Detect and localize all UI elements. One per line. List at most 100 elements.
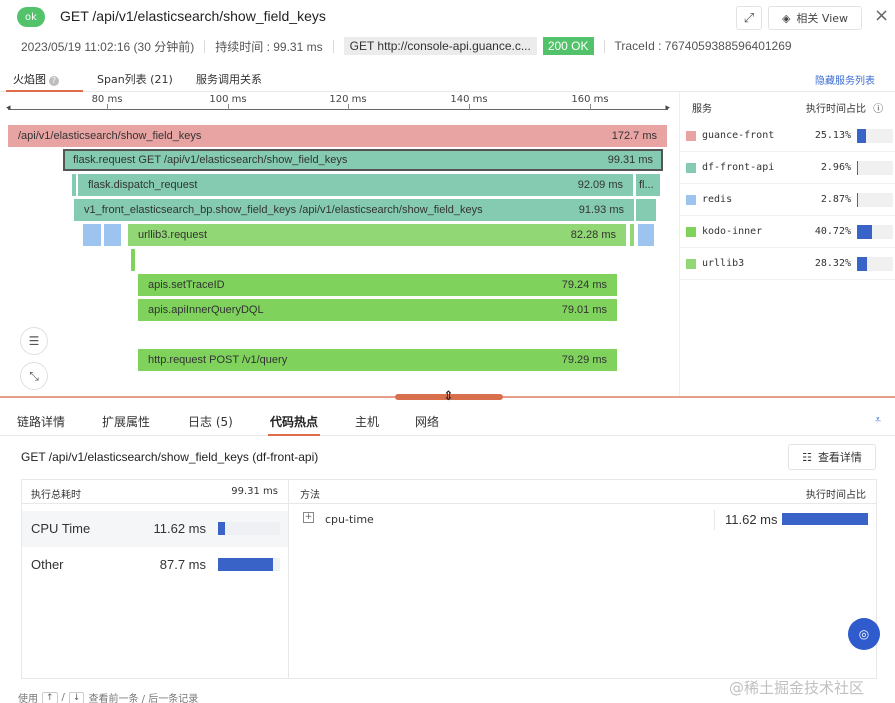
hint-slash: / — [61, 692, 65, 703]
active-tab-indicator — [268, 434, 320, 436]
related-view-button[interactable]: ◈ 相关 View — [768, 6, 862, 30]
tab-span-list[interactable]: Span列表 (21) — [97, 71, 173, 87]
color-swatch — [686, 163, 696, 173]
scan-icon: ◎ — [858, 627, 870, 641]
related-view-label: 相关 View — [796, 12, 849, 25]
close-icon[interactable]: × — [874, 5, 889, 26]
ratio-bar-fill — [857, 257, 868, 271]
cpu-time-row[interactable]: CPU Time 11.62 ms — [22, 511, 288, 547]
resize-cursor-icon: ⇕ — [443, 389, 454, 404]
collapse-panel-icon[interactable]: ⩡ — [875, 413, 881, 427]
tab-trace-details[interactable]: 链路详情 — [17, 413, 65, 430]
span-label: v1_front_elasticsearch_bp.show_field_key… — [84, 204, 483, 216]
shrink-icon: ⤡ — [29, 368, 39, 383]
arrow-left-icon: ◂ — [6, 103, 11, 113]
service-percent: 28.32% — [814, 258, 851, 269]
tab-network[interactable]: 网络 — [415, 413, 439, 430]
trace-datetime: 2023/05/19 11:02:16 (30 分钟前) — [21, 39, 195, 54]
hint-prefix: 使用 — [18, 694, 38, 703]
span-bar[interactable]: /api/v1/elasticsearch/show_field_keys 17… — [8, 125, 667, 147]
method-row[interactable]: + cpu-time 11.62 ms — [289, 506, 876, 532]
method-value: 11.62 ms — [725, 512, 778, 527]
span-bar[interactable] — [104, 224, 121, 246]
service-row[interactable]: urllib3 28.32% — [680, 248, 895, 280]
span-bar[interactable]: flask.dispatch_request 92.09 ms — [78, 174, 633, 196]
service-row[interactable]: guance-front 25.13% — [680, 120, 895, 152]
tab-code-hotspot[interactable]: 代码热点 — [270, 413, 318, 430]
service-name: urllib3 — [702, 258, 745, 269]
service-row[interactable]: df-front-api 2.96% — [680, 152, 895, 184]
screenshot-fab[interactable]: ◎ — [848, 618, 880, 650]
method-header: 方法 — [300, 490, 320, 501]
request-url[interactable]: GET http://console-api.guance.c... — [343, 37, 537, 55]
list-search-icon: ☷ — [802, 450, 812, 464]
span-duration: 82.28 ms — [570, 229, 616, 241]
panel-header: 方法 执行时间占比 — [289, 480, 876, 504]
expand-plus-icon[interactable]: + — [303, 512, 314, 523]
hide-service-list-link[interactable]: 隐藏服务列表 — [815, 72, 875, 87]
key-down: ↓ — [68, 691, 85, 703]
span-label: flask.request GET /api/v1/elasticsearch/… — [73, 154, 348, 166]
span-bar[interactable] — [83, 224, 101, 246]
color-swatch — [686, 227, 696, 237]
tab-flame-graph[interactable]: 火焰图? — [13, 71, 59, 87]
color-swatch — [686, 259, 696, 269]
service-percent: 40.72% — [814, 226, 851, 237]
divider — [204, 39, 206, 53]
tab-extended-attrs[interactable]: 扩展属性 — [102, 413, 150, 430]
trace-title: GET /api/v1/elasticsearch/show_field_key… — [60, 8, 326, 24]
ratio-bar-fill — [218, 522, 226, 535]
info-icon[interactable]: ⓘ — [873, 104, 883, 115]
divider — [603, 39, 605, 53]
tab-service-relation[interactable]: 服务调用关系 — [196, 71, 262, 87]
color-swatch — [686, 131, 696, 141]
span-duration: 79.01 ms — [561, 304, 607, 316]
span-bar[interactable]: flask.request GET /api/v1/elasticsearch/… — [63, 149, 663, 171]
span-bar[interactable] — [636, 199, 656, 221]
span-bar[interactable] — [72, 174, 76, 196]
service-row[interactable]: kodo-inner 40.72% — [680, 216, 895, 248]
ruler-tick-label: 80 ms — [91, 94, 123, 105]
status-code-badge: 200 OK — [542, 37, 594, 55]
list-toggle-button[interactable]: ☰ — [20, 327, 48, 355]
span-bar[interactable]: fl... — [636, 174, 660, 196]
span-bar[interactable]: http.request POST /v1/query 79.29 ms — [138, 349, 617, 371]
service-row[interactable]: redis 2.87% — [680, 184, 895, 216]
row-value: 87.7 ms — [159, 557, 206, 572]
fullscreen-button[interactable]: ⤢ — [736, 6, 762, 30]
arrow-right-icon: ▸ — [665, 103, 670, 113]
layers-icon: ◈ — [781, 11, 791, 25]
total-time-label: 执行总耗时 — [31, 490, 81, 501]
time-ruler: ◂ ▸ 80 ms 100 ms 120 ms 140 ms 160 ms — [6, 94, 670, 114]
method-name: cpu-time — [325, 513, 374, 526]
divider — [332, 39, 334, 53]
service-percent: 2.87% — [820, 194, 851, 205]
span-bar[interactable]: v1_front_elasticsearch_bp.show_field_key… — [74, 199, 634, 221]
span-bar[interactable]: apis.apiInnerQueryDQL 79.01 ms — [138, 299, 617, 321]
collapse-button[interactable]: ⤡ — [20, 362, 48, 390]
span-bar[interactable]: urllib3.request 82.28 ms — [128, 224, 626, 246]
span-bar[interactable] — [638, 224, 654, 246]
ruler-tick-label: 140 ms — [450, 94, 488, 105]
trace-id[interactable]: TraceId : 7674059388596401269 — [615, 39, 792, 53]
span-bar[interactable] — [630, 224, 634, 246]
help-icon[interactable]: ? — [49, 76, 59, 86]
ratio-header: 执行时间占比 — [806, 490, 866, 501]
ratio-bar — [857, 161, 893, 175]
ratio-bar — [857, 129, 893, 143]
span-bar[interactable] — [131, 249, 135, 271]
ratio-bar — [218, 558, 280, 571]
tab-logs[interactable]: 日志 (5) — [188, 413, 233, 430]
span-duration: 92.09 ms — [577, 179, 623, 191]
ratio-bar — [857, 225, 893, 239]
divider — [714, 510, 715, 530]
execution-time-panel: 执行总耗时 99.31 ms CPU Time 11.62 ms Other 8… — [21, 479, 289, 679]
ratio-bar-fill — [782, 513, 868, 525]
span-bar[interactable]: apis.setTraceID 79.24 ms — [138, 274, 617, 296]
span-label: flask.dispatch_request — [88, 179, 198, 191]
other-time-row[interactable]: Other 87.7 ms — [22, 547, 288, 583]
view-details-button[interactable]: ☷ 查看详情 — [788, 444, 876, 470]
tab-host[interactable]: 主机 — [355, 413, 379, 430]
list-icon: ☰ — [28, 334, 40, 348]
span-label: http.request POST /v1/query — [148, 354, 288, 366]
